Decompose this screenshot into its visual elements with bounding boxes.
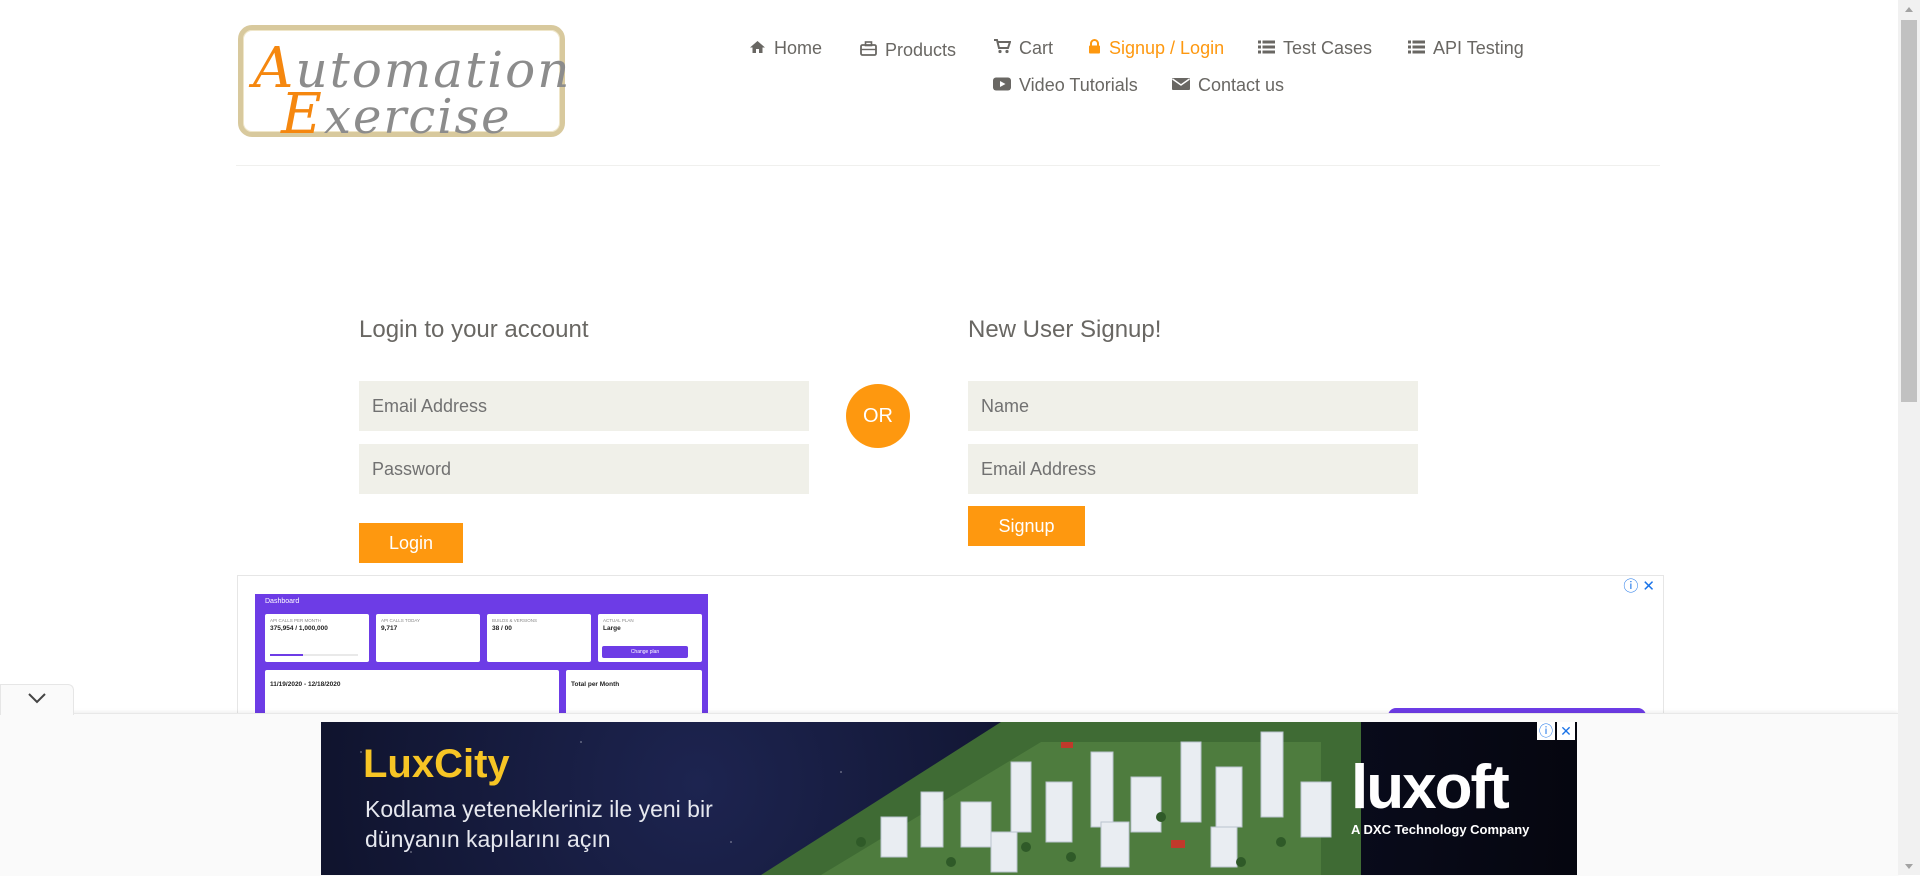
lock-icon	[1088, 38, 1101, 59]
ad-card: API CALLS PER MONTH 375,954 / 1,000,000	[265, 614, 369, 662]
login-email-input[interactable]	[359, 381, 809, 431]
nav-test-cases-label: Test Cases	[1283, 38, 1373, 58]
envelope-icon	[1172, 75, 1190, 96]
ad-card: BUILDS & VERSIONS 38 / 00	[487, 614, 591, 662]
logo-cap-e: E	[281, 82, 324, 147]
ad-card: ACTUAL PLAN Large Change plan	[598, 614, 702, 662]
ad-change-plan: Change plan	[602, 646, 688, 658]
list-icon	[1408, 38, 1425, 59]
bottom-ad-banner[interactable]: LuxCity Kodlama yetenekleriniz ile yeni …	[321, 722, 1577, 875]
login-button[interactable]: Login	[359, 523, 463, 563]
ad-company-subtitle: A DXC Technology Company	[1351, 822, 1530, 837]
ad-card-label: BUILDS & VERSIONS	[492, 618, 538, 623]
shopping-cart-icon	[993, 38, 1012, 59]
nav-signup-login[interactable]: Signup / Login	[1088, 38, 1224, 59]
inline-ad[interactable]: Dashboard API CALLS PER MONTH 375,954 / …	[237, 575, 1664, 716]
nav-api-testing-label: API Testing	[1433, 38, 1524, 58]
chevron-down-icon	[27, 691, 47, 709]
nav-video-tutorials[interactable]: Video Tutorials	[993, 75, 1138, 96]
ad-company-logo: luxoft	[1351, 753, 1510, 822]
ad-card-value: 11/19/2020 - 12/18/2020	[270, 681, 341, 688]
ad-card-value: Large	[603, 625, 621, 632]
login-title: Login to your account	[359, 316, 589, 343]
nav-products-label: Products	[885, 40, 957, 60]
ad-card: 11/19/2020 - 12/18/2020	[265, 670, 559, 716]
ad-info-icon[interactable]: ⓘ	[1623, 579, 1638, 595]
ad-city-illustration	[761, 722, 1361, 875]
ad-card-label: ACTUAL PLAN	[603, 618, 634, 623]
ad-card-value: 375,954 / 1,000,000	[270, 625, 328, 632]
nav-cart[interactable]: Cart	[993, 38, 1053, 59]
ad-close-icon[interactable]: ✕	[1557, 722, 1575, 740]
signup-title: New User Signup!	[968, 316, 1162, 343]
nav-contact-us[interactable]: Contact us	[1172, 75, 1284, 96]
ad-dashboard-image: Dashboard API CALLS PER MONTH 375,954 / …	[255, 594, 708, 716]
signup-button[interactable]: Signup	[968, 506, 1085, 546]
ad-card: API CALLS TODAY 9,717	[376, 614, 480, 662]
ad-dashboard-title: Dashboard	[265, 598, 300, 605]
site-logo[interactable]: Automation Exercise	[238, 25, 569, 147]
ad-tagline: Kodlama yetenekleriniz ile yeni bir düny…	[365, 796, 713, 852]
nav-home[interactable]: Home	[749, 38, 822, 59]
ad-brand: LuxCity	[363, 742, 510, 786]
youtube-play-icon	[993, 75, 1011, 96]
ad-card-value: 38 / 00	[492, 625, 512, 632]
signup-email-input[interactable]	[968, 444, 1418, 494]
login-password-input[interactable]	[359, 444, 809, 494]
nav-contact-us-label: Contact us	[1198, 75, 1285, 95]
header-divider	[236, 165, 1660, 166]
ad-card-label: API CALLS TODAY	[381, 618, 421, 623]
logo-text-line2: xercise	[323, 89, 512, 145]
nav-signup-login-label: Signup / Login	[1109, 38, 1225, 58]
ad-card-value: 9,717	[381, 625, 398, 632]
page-scrollbar[interactable]	[1898, 0, 1920, 875]
list-icon	[1258, 38, 1275, 59]
ad-card-value: Total per Month	[571, 681, 620, 688]
ad-card-label: API CALLS PER MONTH	[270, 618, 322, 623]
scroll-down-arrow-icon[interactable]	[1898, 857, 1920, 875]
scrollbar-thumb[interactable]	[1901, 20, 1917, 402]
nav-products[interactable]: Products	[860, 40, 956, 61]
home-icon	[749, 38, 766, 59]
collapse-ad-button[interactable]	[0, 684, 74, 715]
scroll-up-arrow-icon[interactable]	[1898, 0, 1920, 18]
briefcase-icon	[860, 40, 877, 61]
ad-controls: ⓘ ✕	[1537, 722, 1575, 740]
nav-api-testing[interactable]: API Testing	[1408, 38, 1524, 59]
nav-home-label: Home	[774, 38, 823, 58]
ad-close-icon[interactable]: ✕	[1642, 579, 1655, 595]
or-badge: OR	[846, 384, 910, 448]
ad-info-icon[interactable]: ⓘ	[1537, 722, 1555, 740]
nav-cart-label: Cart	[1019, 38, 1054, 58]
signup-name-input[interactable]	[968, 381, 1418, 431]
nav-video-tutorials-label: Video Tutorials	[1019, 75, 1138, 95]
nav-test-cases[interactable]: Test Cases	[1258, 38, 1372, 59]
ad-card-progress	[270, 654, 358, 656]
ad-card: Total per Month	[566, 670, 702, 716]
ad-controls: ⓘ ✕	[1623, 579, 1655, 595]
